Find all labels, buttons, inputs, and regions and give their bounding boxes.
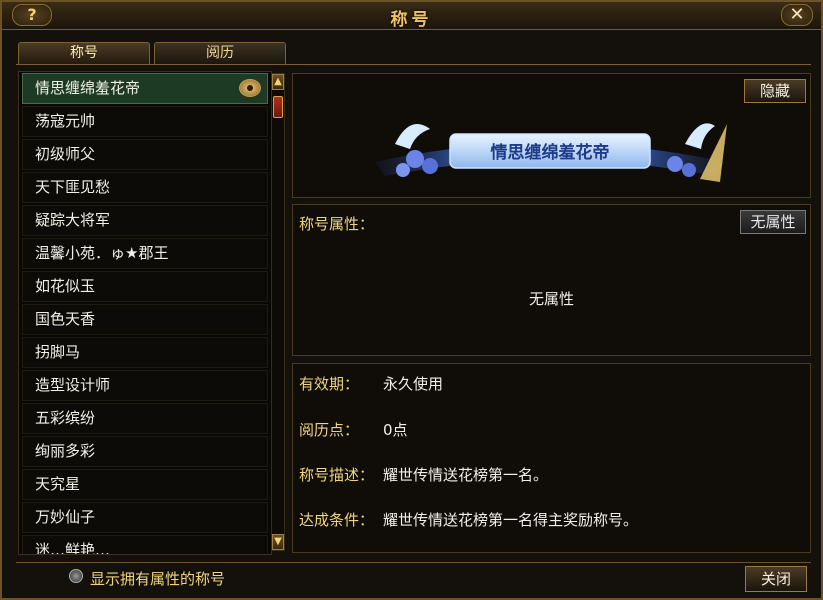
title-banner-image: 情思缠绵羞花帝 — [375, 123, 727, 182]
list-item[interactable]: 造型设计师 — [22, 370, 268, 401]
condition-value: 耀世传情送花榜第一名得主奖励称号。 — [383, 511, 639, 529]
validity-value: 永久使用 — [383, 375, 444, 393]
experience-key: 阅历点： — [299, 421, 360, 439]
validity-row: 有效期： 永久使用 — [299, 373, 443, 394]
description-row: 称号描述： 耀世传情送花榜第一名。 — [299, 464, 548, 485]
list-item-label: 天下匪见愁 — [35, 178, 111, 196]
show-attr-checkbox-label[interactable]: 显示拥有属性的称号 — [90, 568, 225, 589]
list-item-label: 迷…鲜艳… — [35, 541, 111, 555]
eye-icon[interactable] — [239, 79, 261, 97]
tab-titles[interactable]: 称号 — [18, 42, 150, 64]
list-item-label: 温馨小苑．ゅ★郡王 — [35, 244, 169, 262]
condition-key: 达成条件： — [299, 511, 375, 529]
title-bar: ? 称号 ✕ — [2, 2, 821, 30]
list-item[interactable]: 情思缠绵羞花帝 — [22, 73, 268, 104]
hide-button[interactable]: 隐藏 — [744, 79, 806, 103]
close-button[interactable]: 关闭 — [745, 566, 807, 592]
show-attr-checkbox[interactable] — [69, 569, 83, 583]
no-attribute-button[interactable]: 无属性 — [740, 210, 806, 234]
description-key: 称号描述： — [299, 466, 375, 484]
list-item[interactable]: 荡寇元帅 — [22, 106, 268, 137]
tab-experience[interactable]: 阅历 — [154, 42, 286, 64]
list-item-label: 万妙仙子 — [35, 508, 96, 526]
banner-text: 情思缠绵羞花帝 — [491, 142, 610, 163]
list-item-label: 造型设计师 — [35, 376, 111, 394]
list-item-label: 五彩缤纷 — [35, 409, 96, 427]
footer-divider — [16, 562, 811, 563]
list-item-label: 情思缠绵羞花帝 — [35, 79, 141, 97]
scroll-up-icon[interactable]: ▲ — [272, 74, 284, 90]
list-item[interactable]: 温馨小苑．ゅ★郡王 — [22, 238, 268, 269]
description-value: 耀世传情送花榜第一名。 — [383, 466, 549, 484]
list-item[interactable]: 疑踪大将军 — [22, 205, 268, 236]
attribute-value: 无属性 — [528, 290, 574, 308]
title-window: ? 称号 ✕ 称号 阅历 情思缠绵羞花帝 荡寇元帅 初级师父 天下匪见愁 疑踪大… — [0, 0, 823, 600]
list-item[interactable]: 天下匪见愁 — [22, 172, 268, 203]
list-item-label: 天究星 — [35, 475, 81, 493]
list-scrollbar[interactable]: ▲ ▼ — [271, 73, 285, 551]
scroll-thumb[interactable] — [273, 96, 283, 118]
info-panel: 有效期： 永久使用 阅历点： 0点 称号描述： 耀世传情送花榜第一名。 达成条件： 耀世… — [292, 363, 811, 553]
tab-divider — [16, 64, 811, 65]
attribute-label: 称号属性： — [299, 215, 375, 233]
list-item-label: 初级师父 — [35, 145, 96, 163]
list-item[interactable]: 初级师父 — [22, 139, 268, 170]
list-item-label: 如花似玉 — [35, 277, 96, 295]
title-preview: 隐藏 情思缠绵羞花帝 — [292, 73, 811, 198]
window-title: 称号 — [390, 10, 433, 30]
list-item[interactable]: 绚丽多彩 — [22, 436, 268, 467]
scroll-down-icon[interactable]: ▼ — [272, 534, 284, 550]
list-item[interactable]: 天究星 — [22, 469, 268, 500]
attribute-panel: 称号属性： 无属性 无属性 — [292, 204, 811, 356]
list-item-label: 荡寇元帅 — [35, 112, 96, 130]
list-item[interactable]: 如花似玉 — [22, 271, 268, 302]
list-item-label: 疑踪大将军 — [35, 211, 111, 229]
list-item[interactable]: 国色天香 — [22, 304, 268, 335]
list-item[interactable]: 万妙仙子 — [22, 502, 268, 533]
list-item-label: 国色天香 — [35, 310, 96, 328]
list-item[interactable]: 拐脚马 — [22, 337, 268, 368]
experience-row: 阅历点： 0点 — [299, 419, 408, 440]
list-item-label: 绚丽多彩 — [35, 442, 96, 460]
close-icon[interactable]: ✕ — [781, 4, 813, 26]
list-item-label: 拐脚马 — [35, 343, 81, 361]
list-item[interactable]: 迷…鲜艳… — [22, 535, 268, 555]
validity-key: 有效期： — [299, 375, 360, 393]
title-list: 情思缠绵羞花帝 荡寇元帅 初级师父 天下匪见愁 疑踪大将军 温馨小苑．ゅ★郡王 … — [18, 71, 272, 555]
experience-value: 0点 — [383, 421, 408, 439]
condition-row: 达成条件： 耀世传情送花榜第一名得主奖励称号。 — [299, 509, 638, 530]
list-item[interactable]: 五彩缤纷 — [22, 403, 268, 434]
